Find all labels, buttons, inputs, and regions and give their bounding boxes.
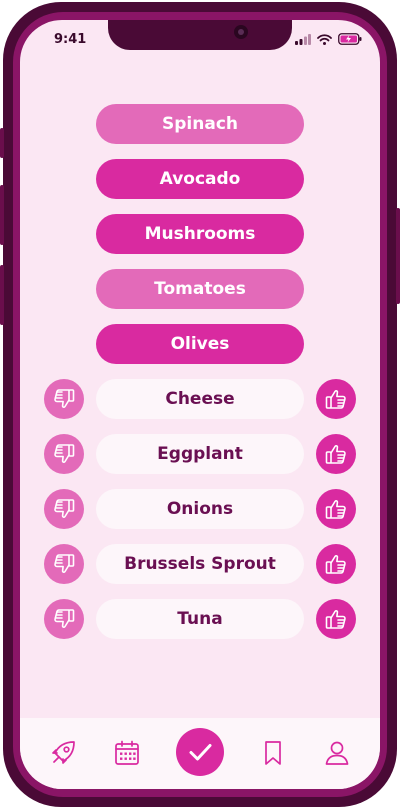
- volume-up-button: [0, 185, 4, 245]
- nav-bookmark[interactable]: [258, 738, 288, 768]
- nav-calendar[interactable]: [112, 738, 142, 768]
- power-button: [396, 208, 400, 304]
- battery-icon: [338, 33, 362, 45]
- food-pill-avocado[interactable]: Avocado: [96, 159, 304, 199]
- profile-icon: [325, 741, 349, 765]
- like-button[interactable]: [316, 599, 356, 639]
- nav-rocket[interactable]: [48, 738, 78, 768]
- rating-row-eggplant: Eggplant: [44, 434, 356, 474]
- status-time: 9:41: [54, 32, 87, 47]
- thumbs-down-icon: [54, 389, 75, 408]
- food-pill-spinach[interactable]: Spinach: [96, 104, 304, 144]
- notch: [108, 20, 292, 50]
- dislike-button[interactable]: [44, 434, 84, 474]
- bookmark-icon: [265, 741, 281, 765]
- calendar-icon: [115, 740, 139, 765]
- thumbs-up-icon: [325, 555, 346, 574]
- like-button[interactable]: [316, 544, 356, 584]
- thumbs-up-icon: [325, 390, 346, 409]
- screen: 9:41 Spinach Avocado Mushrooms Tomatoes …: [20, 20, 380, 789]
- confirm-button[interactable]: [176, 728, 224, 776]
- thumbs-up-icon: [325, 610, 346, 629]
- phone-mockup: 9:41 Spinach Avocado Mushrooms Tomatoes …: [0, 0, 400, 809]
- thumbs-up-icon: [325, 445, 346, 464]
- rating-label-cheese: Cheese: [96, 379, 304, 419]
- rating-row-tuna: Tuna: [44, 599, 356, 639]
- rating-row-onions: Onions: [44, 489, 356, 529]
- rocket-icon: [52, 741, 75, 764]
- wifi-icon: [317, 33, 332, 45]
- nav-profile[interactable]: [322, 738, 352, 768]
- signal-icon: [295, 33, 311, 45]
- like-button[interactable]: [316, 379, 356, 419]
- thumbs-down-icon: [54, 499, 75, 518]
- thumbs-down-icon: [54, 609, 75, 628]
- mute-switch: [0, 128, 4, 158]
- rating-row-brussels-sprout: Brussels Sprout: [44, 544, 356, 584]
- bottom-nav: [20, 718, 380, 789]
- dislike-button[interactable]: [44, 379, 84, 419]
- check-icon: [189, 744, 212, 761]
- camera: [234, 25, 248, 39]
- volume-down-button: [0, 265, 4, 325]
- thumbs-down-icon: [54, 554, 75, 573]
- thumbs-down-icon: [54, 444, 75, 463]
- status-icons: [295, 33, 362, 45]
- food-pill-mushrooms[interactable]: Mushrooms: [96, 214, 304, 254]
- food-pill-olives[interactable]: Olives: [96, 324, 304, 364]
- rating-label-onions: Onions: [96, 489, 304, 529]
- rating-label-tuna: Tuna: [96, 599, 304, 639]
- like-button[interactable]: [316, 434, 356, 474]
- rating-row-cheese: Cheese: [44, 379, 356, 419]
- dislike-button[interactable]: [44, 599, 84, 639]
- dislike-button[interactable]: [44, 489, 84, 529]
- rating-label-eggplant: Eggplant: [96, 434, 304, 474]
- rating-label-brussels-sprout: Brussels Sprout: [96, 544, 304, 584]
- like-button[interactable]: [316, 489, 356, 529]
- thumbs-up-icon: [325, 500, 346, 519]
- food-pill-tomatoes[interactable]: Tomatoes: [96, 269, 304, 309]
- dislike-button[interactable]: [44, 544, 84, 584]
